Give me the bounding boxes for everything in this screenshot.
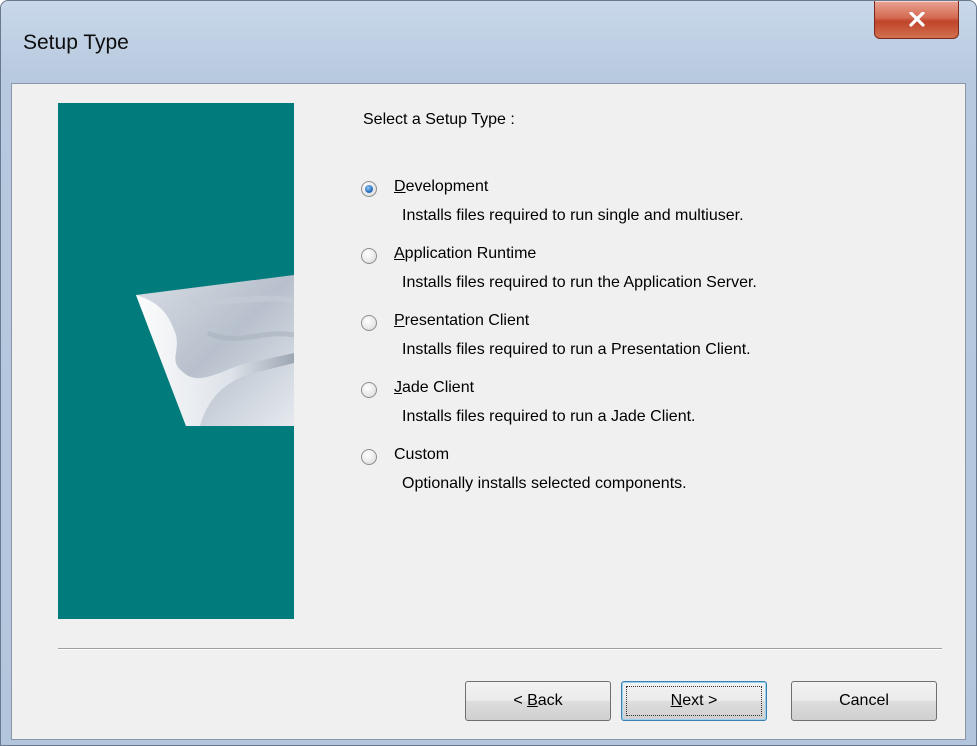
radio-custom[interactable]: [361, 449, 377, 465]
option-description: Installs files required to run a Jade Cl…: [402, 408, 696, 425]
separator-line: [58, 648, 942, 650]
option-custom[interactable]: Custom Optionally installs selected comp…: [361, 446, 921, 502]
option-jade-client[interactable]: Jade Client Installs files required to r…: [361, 379, 921, 435]
option-description: Installs files required to run single an…: [402, 207, 744, 224]
option-description: Installs files required to run a Present…: [402, 341, 751, 358]
close-button[interactable]: [874, 1, 959, 39]
window-title: Setup Type: [23, 31, 129, 54]
option-label[interactable]: Custom: [394, 446, 449, 464]
radio-selected-dot: [365, 185, 373, 193]
close-x-icon: [909, 12, 925, 27]
option-label[interactable]: Development: [394, 178, 488, 196]
radio-jade-client[interactable]: [361, 382, 377, 398]
side-banner-image: [58, 103, 294, 619]
folded-page-graphic: [136, 275, 294, 426]
focus-rectangle: [626, 686, 762, 716]
option-label[interactable]: Application Runtime: [394, 245, 536, 263]
title-bar[interactable]: Setup Type: [1, 1, 976, 83]
option-presentation-client[interactable]: Presentation Client Installs files requi…: [361, 312, 921, 368]
cancel-button[interactable]: Cancel: [791, 681, 937, 721]
option-label[interactable]: Jade Client: [394, 379, 474, 397]
option-description: Optionally installs selected components.: [402, 475, 687, 492]
radio-application-runtime[interactable]: [361, 248, 377, 264]
back-button[interactable]: < Back: [465, 681, 611, 721]
dialog-content: Select a Setup Type : Development Instal…: [11, 83, 966, 740]
radio-presentation-client[interactable]: [361, 315, 377, 331]
option-development[interactable]: Development Installs files required to r…: [361, 178, 921, 234]
radio-development[interactable]: [361, 181, 377, 197]
setup-type-heading: Select a Setup Type :: [363, 111, 515, 128]
next-button[interactable]: Next >: [621, 681, 767, 721]
option-description: Installs files required to run the Appli…: [402, 274, 757, 291]
setup-dialog: Setup Type Select a Setup Type: Develop…: [0, 0, 977, 746]
option-application-runtime[interactable]: Application Runtime Installs files requi…: [361, 245, 921, 301]
option-label[interactable]: Presentation Client: [394, 312, 529, 330]
